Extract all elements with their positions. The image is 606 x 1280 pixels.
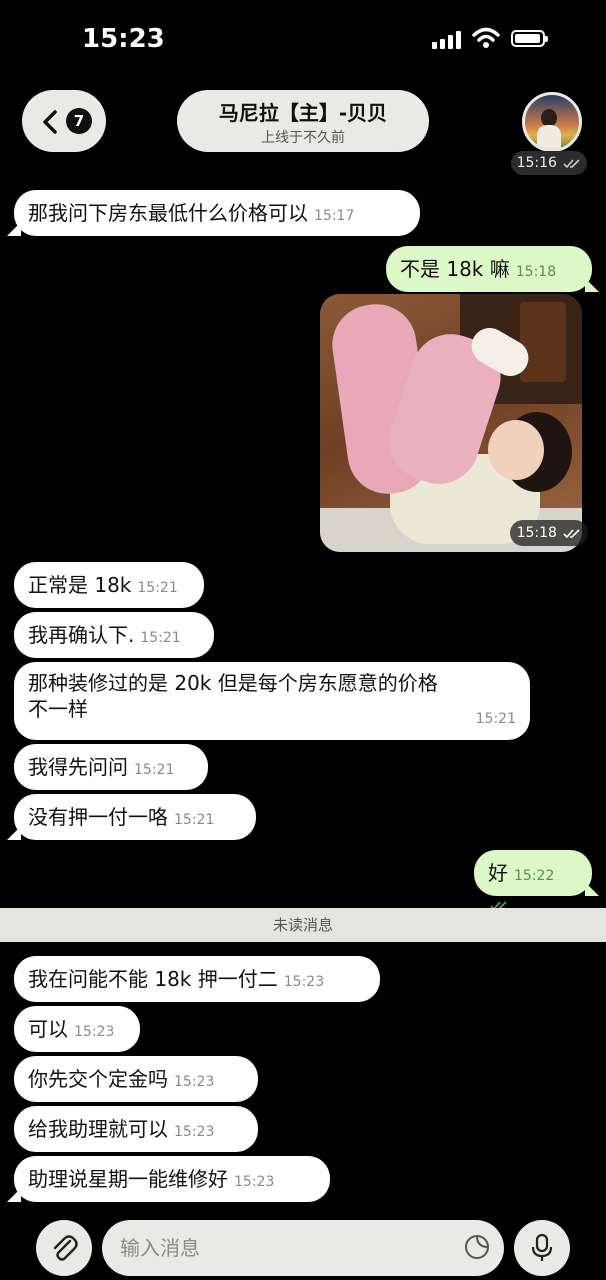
message-text: 可以 xyxy=(28,1017,68,1041)
message-bubble-outgoing[interactable]: 不是 18k 嘛 15:18 xyxy=(386,246,599,307)
message-time: 15:21 xyxy=(134,762,175,778)
paperclip-icon xyxy=(53,1235,78,1261)
battery-icon xyxy=(511,30,548,47)
message-time: 15:17 xyxy=(314,208,355,224)
message-text: 你先交个定金吗 xyxy=(28,1067,168,1091)
message-time: 15:22 xyxy=(514,868,555,884)
message-input[interactable]: 输入消息 xyxy=(102,1220,504,1276)
microphone-icon xyxy=(531,1233,553,1261)
message-time: 15:21 xyxy=(140,630,181,646)
contact-avatar[interactable] xyxy=(522,92,582,152)
message-text: 那我问下房东最低什么价格可以 xyxy=(28,201,308,225)
message-time: 15:21 xyxy=(174,812,215,828)
message-time: 15:23 xyxy=(174,1074,215,1090)
unread-messages-divider: 未读消息 xyxy=(0,908,606,942)
message-time: 15:23 xyxy=(234,1174,275,1190)
photo-message-time: 15:18 xyxy=(510,520,588,546)
message-text: 好 xyxy=(488,861,508,885)
message-text: 我得先问问 xyxy=(28,755,128,779)
message-bubble-incoming[interactable]: 那我问下房东最低什么价格可以 15:17 xyxy=(7,190,420,236)
chat-title: 马尼拉【主】-贝贝 xyxy=(218,101,388,125)
avatar-message-time: 15:16 xyxy=(511,151,587,175)
last-seen-status: 上线于不久前 xyxy=(261,130,345,146)
message-bubble-incoming[interactable]: 我在问能不能 18k 押一付二 15:23 xyxy=(14,956,380,1002)
message-bubble-incoming[interactable]: 你先交个定金吗 15:23 xyxy=(14,1056,258,1102)
status-bar: 15:23 xyxy=(0,0,606,80)
message-text: 我再确认下. xyxy=(28,623,135,647)
message-bubble-incoming[interactable]: 正常是 18k 15:21 xyxy=(14,562,204,608)
sticker-icon[interactable] xyxy=(464,1234,490,1260)
message-text: 不是 18k 嘛 xyxy=(400,257,510,281)
message-text: 我在问能不能 18k 押一付二 xyxy=(28,967,278,991)
message-bubble-incoming[interactable]: 给我助理就可以 15:23 xyxy=(14,1106,258,1152)
double-check-icon xyxy=(563,529,580,539)
message-input-placeholder: 输入消息 xyxy=(120,1236,200,1260)
message-time: 15:18 xyxy=(515,264,557,280)
photo-message[interactable] xyxy=(320,294,582,552)
message-text-line: 不一样 xyxy=(28,697,88,721)
message-bubble-incoming[interactable]: 没有押一付一咯 15:21 xyxy=(7,794,256,840)
signal-icon xyxy=(432,31,462,49)
message-text-line: 那种装修过的是 20k 但是每个房东愿意的价格 xyxy=(28,671,438,695)
message-input-bar: 输入消息 xyxy=(0,1210,606,1280)
message-text: 没有押一付一咯 xyxy=(28,805,168,829)
message-text: 助理说星期一能维修好 xyxy=(28,1167,228,1191)
message-time: 15:23 xyxy=(74,1024,115,1040)
wifi-icon xyxy=(472,27,500,48)
chat-header[interactable]: 马尼拉【主】-贝贝 上线于不久前 xyxy=(177,90,429,152)
message-bubble-incoming[interactable]: 我再确认下. 15:21 xyxy=(14,612,214,658)
attach-button[interactable] xyxy=(36,1220,92,1276)
back-chevron-icon xyxy=(43,110,57,134)
double-check-icon xyxy=(563,159,580,169)
message-text: 正常是 18k xyxy=(28,573,132,597)
message-time: 15:23 xyxy=(283,974,325,990)
message-text: 给我助理就可以 xyxy=(28,1117,168,1141)
back-button[interactable]: 7 xyxy=(22,90,106,152)
status-time: 15:23 xyxy=(82,24,165,54)
message-time: 15:23 xyxy=(174,1124,215,1140)
unread-count-badge: 7 xyxy=(66,108,92,134)
message-bubble-incoming[interactable]: 可以 15:23 xyxy=(14,1006,140,1052)
microphone-button[interactable] xyxy=(514,1220,570,1276)
message-bubble-outgoing[interactable]: 好 15:22 xyxy=(474,850,599,911)
message-time: 15:21 xyxy=(475,711,516,727)
message-bubble-incoming[interactable]: 那种装修过的是 20k 但是每个房东愿意的价格 不一样 15:21 xyxy=(14,662,530,740)
message-time: 15:21 xyxy=(137,580,178,596)
message-bubble-incoming[interactable]: 助理说星期一能维修好 15:23 xyxy=(7,1156,330,1202)
message-bubble-incoming[interactable]: 我得先问问 15:21 xyxy=(14,744,208,790)
